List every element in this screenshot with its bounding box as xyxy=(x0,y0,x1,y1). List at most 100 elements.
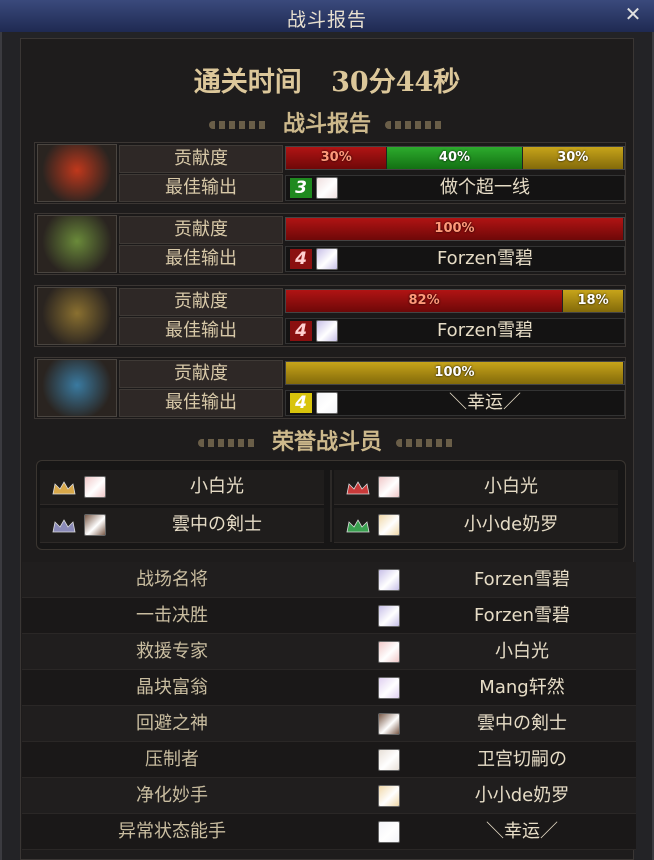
ornament-right-icon xyxy=(385,121,445,129)
award-player-name: 卫宫切嗣の xyxy=(477,749,567,770)
award-player-name: Forzen雪碧 xyxy=(473,569,571,590)
award-title: 救援专家 xyxy=(136,641,208,662)
honor-section-label: 荣誉战斗员 xyxy=(271,429,382,455)
award-title: 异常状态能手 xyxy=(118,821,226,842)
dungeon-row: 贡献度 最佳输出 100% 4 ＼幸运／ xyxy=(34,357,626,419)
award-avatar xyxy=(378,785,400,807)
award-row: 净化妙手 小小de奶罗 xyxy=(22,778,636,814)
best-output-label: 最佳输出 xyxy=(119,245,283,273)
clear-time-label: 通关时间 xyxy=(193,67,302,98)
best-output-row: 4 ＼幸运／ xyxy=(285,390,625,416)
player-avatar xyxy=(316,177,338,199)
contribution-segment: 100% xyxy=(286,218,624,240)
award-row: 救援专家 小白光 xyxy=(22,634,636,670)
honor-section-title: 荣誉战斗员 xyxy=(0,424,654,455)
best-output-label: 最佳输出 xyxy=(119,317,283,345)
window-title: 战斗报告 xyxy=(286,9,367,31)
member-avatar xyxy=(378,476,400,498)
award-list: 战场名将 Forzen雪碧 一击决胜 Forzen雪碧 救援专家 小白光 晶块富翁 Mang轩… xyxy=(22,562,636,858)
player-avatar xyxy=(316,320,338,342)
award-row: 一击决胜 Forzen雪碧 xyxy=(22,598,636,634)
contribution-segment: 100% xyxy=(286,362,624,384)
best-output-row: 3 做个超一线 xyxy=(285,175,625,201)
award-row: 压制者 卫宫切嗣の xyxy=(22,742,636,778)
contribution-bar: 100% xyxy=(285,217,625,241)
member-avatar xyxy=(84,476,106,498)
contribution-label: 贡献度 xyxy=(119,288,283,316)
best-player-name: 做个超一线 xyxy=(440,177,530,198)
award-avatar xyxy=(378,749,400,771)
clear-time: 通关时间 30分44秒 xyxy=(0,60,654,98)
report-section-title: 战斗报告 xyxy=(0,106,654,137)
contribution-bar: 82% 18% xyxy=(285,289,625,313)
honor-member[interactable]: 雲中の剣士 xyxy=(40,508,324,543)
rank-badge: 3 xyxy=(290,178,312,198)
honor-member[interactable]: 小小de奶罗 xyxy=(334,508,618,543)
award-title: 净化妙手 xyxy=(136,785,208,806)
award-title: 战场名将 xyxy=(136,569,208,590)
award-title: 压制者 xyxy=(145,749,199,770)
contribution-bar: 30% 40% 30% xyxy=(285,146,625,170)
honor-member[interactable]: 小白光 xyxy=(334,470,618,505)
contribution-segment: 82% xyxy=(286,290,564,312)
award-player-name: Forzen雪碧 xyxy=(473,605,571,626)
report-section-label: 战斗报告 xyxy=(282,111,371,137)
award-title: 晶块富翁 xyxy=(136,677,208,698)
best-player-name: Forzen雪碧 xyxy=(436,248,534,269)
player-avatar xyxy=(316,248,338,270)
contribution-label: 贡献度 xyxy=(119,216,283,244)
dungeon-emblem-icon xyxy=(37,359,117,417)
award-player-name: 小白光 xyxy=(495,641,549,662)
member-name: 雲中の剣士 xyxy=(172,514,262,535)
award-title: 回避之神 xyxy=(136,713,208,734)
best-output-label: 最佳输出 xyxy=(119,174,283,202)
contribution-label: 贡献度 xyxy=(119,360,283,388)
award-player-name: 小小de奶罗 xyxy=(474,785,570,806)
contribution-segment: 30% xyxy=(522,147,624,169)
ornament-left-icon xyxy=(208,121,269,129)
member-avatar xyxy=(84,514,106,536)
best-output-label: 最佳输出 xyxy=(119,389,283,417)
contribution-label: 贡献度 xyxy=(119,145,283,173)
award-avatar xyxy=(378,677,400,699)
ornament-left-icon xyxy=(197,439,258,447)
clear-time-value: 30分44秒 xyxy=(331,67,461,98)
best-output-row: 4 Forzen雪碧 xyxy=(285,318,625,344)
best-player-name: Forzen雪碧 xyxy=(436,320,534,341)
best-output-row: 4 Forzen雪碧 xyxy=(285,246,625,272)
contribution-segment: 18% xyxy=(563,290,624,312)
award-avatar xyxy=(378,641,400,663)
contribution-bar: 100% xyxy=(285,361,625,385)
dungeon-row: 贡献度 最佳输出 82% 18% 4 Forzen雪碧 xyxy=(34,285,626,347)
member-name: 小小de奶罗 xyxy=(463,514,559,535)
dungeon-row: 贡献度 最佳输出 100% 4 Forzen雪碧 xyxy=(34,213,626,275)
award-row: 战场名将 Forzen雪碧 xyxy=(22,562,636,598)
award-avatar xyxy=(378,569,400,591)
contribution-segment: 40% xyxy=(387,147,523,169)
award-row: 回避之神 雲中の剣士 xyxy=(22,706,636,742)
award-row: 异常状态能手 ＼幸运／ xyxy=(22,814,636,850)
award-row: 晶块富翁 Mang轩然 xyxy=(22,670,636,706)
award-avatar xyxy=(378,821,400,843)
player-avatar xyxy=(316,392,338,414)
honor-member[interactable]: 小白光 xyxy=(40,470,324,505)
title-bar: 战斗报告 ✕ xyxy=(0,0,654,33)
award-title: 一击决胜 xyxy=(136,605,208,626)
contribution-segment: 30% xyxy=(286,147,388,169)
honor-divider xyxy=(330,470,332,542)
award-avatar xyxy=(378,713,400,735)
ornament-right-icon xyxy=(396,439,456,447)
crown-icon xyxy=(52,518,76,533)
dungeon-emblem-icon xyxy=(37,215,117,273)
best-player-name: ＼幸运／ xyxy=(449,392,521,413)
rank-badge: 4 xyxy=(290,321,312,341)
award-player-name: ＼幸运／ xyxy=(486,821,558,842)
crown-icon xyxy=(346,518,370,533)
rank-badge: 4 xyxy=(290,393,312,413)
dungeon-emblem-icon xyxy=(37,144,117,202)
crown-icon xyxy=(346,480,370,495)
rank-badge: 4 xyxy=(290,249,312,269)
close-icon[interactable]: ✕ xyxy=(622,3,644,25)
crown-icon xyxy=(52,480,76,495)
member-name: 小白光 xyxy=(484,476,538,497)
